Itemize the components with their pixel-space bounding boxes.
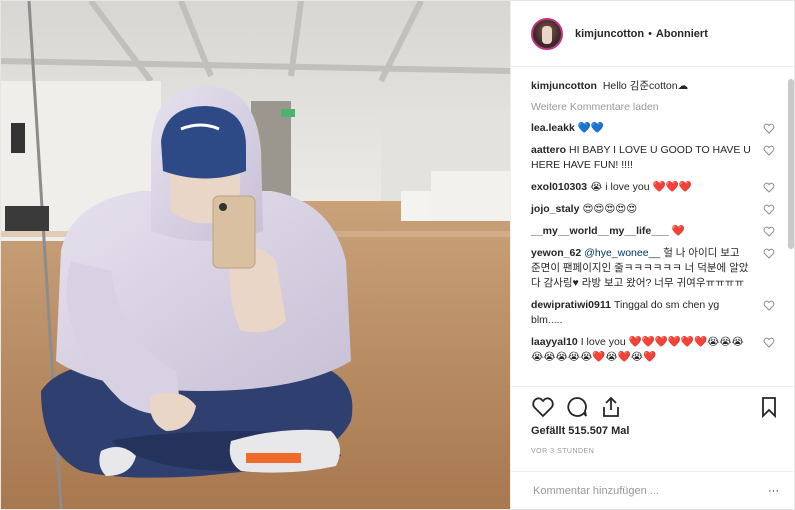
load-more-comments-link[interactable]: Weitere Kommentare laden <box>531 101 781 113</box>
action-bar <box>531 395 781 421</box>
comment-row: aattero HI BABY I LOVE U GOOD TO HAVE U H… <box>531 143 781 173</box>
comment-text: ❤️ <box>671 225 685 237</box>
comments-list: kimjuncotton Hello 김준cotton☁ Weitere Kom… <box>511 67 795 387</box>
comment-container: lea.leakk 💙💙 aattero HI BABY I LOVE U GOOD … <box>531 121 781 365</box>
comment-row: yewon_62 @hye_wonee__ 헐 나 아이디 보고 준면이 팬페이지… <box>531 246 781 291</box>
comment-like-heart-icon[interactable] <box>763 300 775 311</box>
comment-username[interactable]: dewipratiwi0911 <box>531 299 611 311</box>
comments-scrollbar[interactable] <box>788 79 794 249</box>
comment-username[interactable]: jojo_staly <box>531 203 579 215</box>
comment-input[interactable] <box>531 484 768 498</box>
comment-row: laayyal10 I love you ❤️❤️❤️❤️❤️❤️😭😭😭😭😭😭😭😭… <box>531 335 781 365</box>
instagram-post: kimjuncotton • Abonniert kimjuncotton He… <box>0 0 795 510</box>
comment-text: 😍😍😍😍😍 <box>582 203 638 215</box>
comment-like-heart-icon[interactable] <box>763 248 775 259</box>
comment-text: 😭 i love you ❤️❤️❤️ <box>590 181 692 193</box>
comment-like-heart-icon[interactable] <box>763 337 775 348</box>
comment-like-heart-icon[interactable] <box>763 123 775 134</box>
post-header: kimjuncotton • Abonniert <box>511 1 795 67</box>
comment-row: lea.leakk 💙💙 <box>531 121 781 136</box>
caption-text: Hello 김준cotton☁ <box>602 80 689 92</box>
comment-username[interactable]: aattero <box>531 144 566 156</box>
more-options-icon[interactable]: ··· <box>768 485 779 497</box>
author-avatar[interactable] <box>531 17 563 50</box>
comment-like-heart-icon[interactable] <box>763 226 775 237</box>
comment-username[interactable]: yewon_62 <box>531 247 581 259</box>
header-separator: • <box>648 27 652 40</box>
follow-status-button[interactable]: Abonniert <box>656 28 708 40</box>
post-photo[interactable] <box>1 1 510 509</box>
caption: kimjuncotton Hello 김준cotton☁ <box>531 79 781 94</box>
author-username[interactable]: kimjuncotton <box>575 28 644 40</box>
share-upload-icon[interactable] <box>599 395 623 419</box>
comment-mention[interactable]: @hye_wonee__ <box>584 247 660 259</box>
comment-text: 💙💙 <box>577 122 604 134</box>
mirror-selfie-image <box>1 1 510 509</box>
post-timestamp[interactable]: VOR 3 STUNDEN <box>531 448 594 455</box>
save-bookmark-icon[interactable] <box>757 395 781 419</box>
comment-like-heart-icon[interactable] <box>763 145 775 156</box>
comment-like-heart-icon[interactable] <box>763 204 775 215</box>
add-comment-bar: ··· <box>511 471 795 510</box>
caption-username[interactable]: kimjuncotton <box>531 80 597 92</box>
comment-username[interactable]: __my__world__my__life___ <box>531 225 669 237</box>
post-sidebar: kimjuncotton • Abonniert kimjuncotton He… <box>510 1 795 509</box>
likes-count[interactable]: Gefällt 515.507 Mal <box>531 425 629 437</box>
comment-bubble-icon[interactable] <box>565 395 589 419</box>
comment-username[interactable]: lea.leakk <box>531 122 575 134</box>
comment-row: exol010303 😭 i love you ❤️❤️❤️ <box>531 180 781 195</box>
comment-username[interactable]: exol010303 <box>531 181 587 193</box>
comment-row: jojo_staly 😍😍😍😍😍 <box>531 202 781 217</box>
like-heart-icon[interactable] <box>531 395 555 419</box>
comment-username[interactable]: laayyal10 <box>531 336 578 348</box>
comment-row: dewipratiwi0911 Tinggal do sm chen yg blm… <box>531 298 781 328</box>
comment-row: __my__world__my__life___ ❤️ <box>531 224 781 239</box>
comment-like-heart-icon[interactable] <box>763 182 775 193</box>
